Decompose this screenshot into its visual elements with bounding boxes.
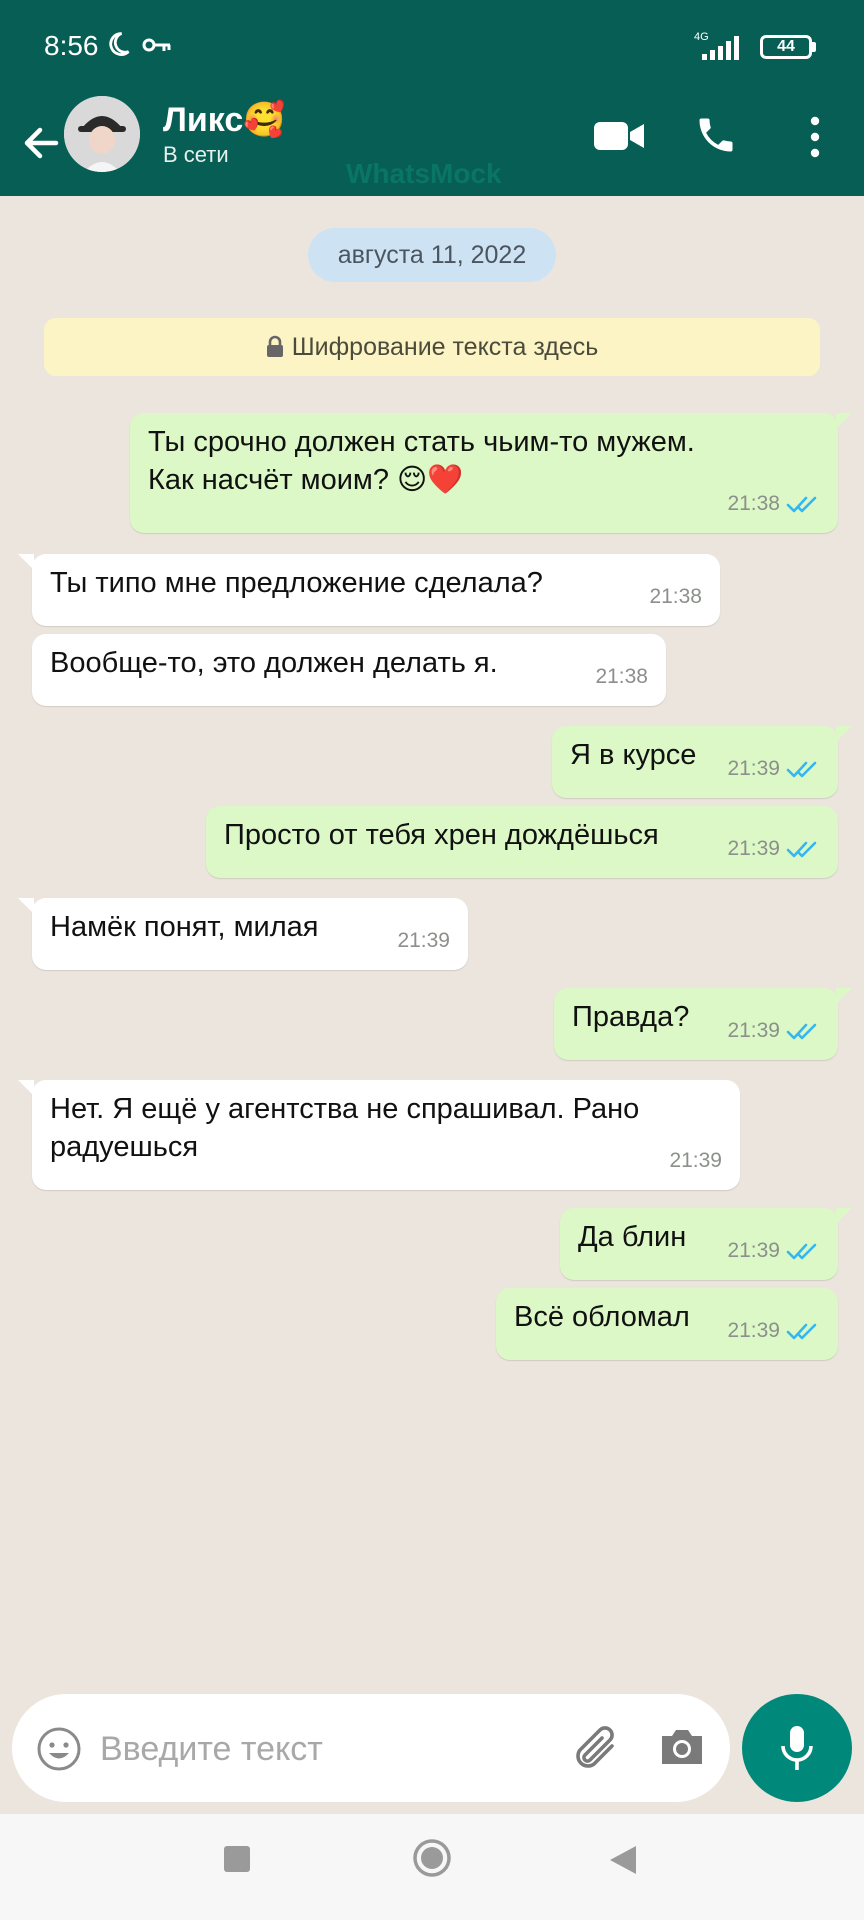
mic-button[interactable] — [742, 1694, 852, 1802]
chat-area[interactable]: августа 11, 2022 Шифрование текста здесь… — [0, 196, 864, 1812]
bubble-tail — [836, 988, 852, 1004]
system-navigation-bar — [0, 1814, 864, 1920]
avatar-image — [64, 96, 140, 172]
message-text: Нет. Я ещё у агентства не спрашивал. Ран… — [50, 1093, 640, 1163]
video-call-icon[interactable] — [592, 116, 646, 156]
message-bubble-incoming[interactable]: Намёк понят, милая 21:39 — [18, 898, 468, 970]
message-text: Ты типо мне предложение сделала? — [50, 567, 543, 599]
message-time: 21:39 — [727, 837, 780, 860]
status-time: 8:56 — [44, 30, 99, 61]
message-meta: 21:39 — [669, 1142, 722, 1180]
double-check-icon — [786, 496, 817, 513]
bubble-tail — [836, 726, 852, 742]
message-bubble-incoming[interactable]: Ты типо мне предложение сделала? 21:38 — [18, 554, 720, 626]
message-text: Вообще-то, это должен делать я. — [50, 647, 498, 679]
message-meta: 21:38 — [595, 658, 648, 696]
double-check-icon — [786, 1023, 817, 1040]
message-time: 21:39 — [727, 1239, 780, 1262]
double-check-icon — [786, 1323, 817, 1340]
contact-status: В сети — [163, 142, 229, 167]
message-meta: 21:38 — [727, 485, 820, 523]
message-bubble-outgoing[interactable]: Просто от тебя хрен дождёшься 21:39 — [206, 806, 838, 878]
paperclip-icon[interactable] — [572, 1722, 620, 1774]
message-bubble-incoming[interactable]: Нет. Я ещё у агентства не спрашивал. Ран… — [18, 1080, 740, 1190]
home-button[interactable] — [412, 1838, 452, 1878]
phone-icon[interactable] — [694, 112, 738, 158]
contact-name[interactable]: Ликс🥰 — [163, 100, 286, 140]
watermark: WhatsMock — [346, 158, 502, 189]
date-chip: августа 11, 2022 — [308, 228, 556, 282]
message-time: 21:39 — [727, 757, 780, 780]
message-time: 21:38 — [595, 665, 648, 688]
bubble-tail — [836, 1208, 852, 1224]
message-composer — [12, 1694, 730, 1802]
message-time: 21:39 — [727, 1019, 780, 1042]
message-bubble-outgoing[interactable]: Всё обломал 21:39 — [496, 1288, 838, 1360]
message-meta: 21:38 — [649, 578, 702, 616]
message-bubble-incoming[interactable]: Вообще-то, это должен делать я. 21:38 — [32, 634, 666, 706]
message-bubble-outgoing[interactable]: Правда? 21:39 — [554, 988, 852, 1060]
message-text: Ты срочно должен стать чьим-то мужем. Как… — [148, 426, 695, 496]
message-bubble-outgoing[interactable]: Я в курсе 21:39 — [552, 726, 852, 798]
message-time: 21:38 — [649, 585, 702, 608]
message-bubble-outgoing[interactable]: Да блин 21:39 — [560, 1208, 852, 1280]
camera-icon[interactable] — [658, 1724, 706, 1768]
status-bar: 8:56 4G 44 — [0, 0, 864, 96]
battery-icon: 44 — [760, 35, 812, 59]
bubble-tail — [836, 413, 852, 429]
contact-avatar[interactable] — [64, 96, 140, 172]
message-time: 21:39 — [669, 1149, 722, 1172]
message-input[interactable] — [98, 1720, 552, 1778]
battery-level: 44 — [777, 38, 795, 55]
more-vert-icon[interactable] — [800, 114, 830, 160]
vpn-key-icon — [142, 38, 171, 52]
message-meta: 21:39 — [397, 922, 450, 960]
message-bubble-outgoing[interactable]: Ты срочно должен стать чьим-то мужем. Как… — [130, 413, 852, 533]
message-time: 21:39 — [397, 929, 450, 952]
message-meta: 21:39 — [727, 1232, 820, 1270]
double-check-icon — [786, 1243, 817, 1260]
emoji-icon[interactable] — [36, 1726, 82, 1772]
do-not-disturb-moon-icon — [109, 32, 130, 56]
message-meta: 21:39 — [727, 830, 820, 868]
message-meta: 21:39 — [727, 1012, 820, 1050]
double-check-icon — [786, 761, 817, 778]
bubble-tail — [18, 1080, 34, 1096]
double-check-icon — [786, 841, 817, 858]
mic-icon — [781, 1726, 813, 1770]
lock-icon — [266, 335, 283, 357]
encryption-notice[interactable]: Шифрование текста здесь — [44, 318, 820, 376]
encryption-notice-text: Шифрование текста здесь — [291, 333, 599, 361]
back-button[interactable] — [608, 1844, 638, 1876]
message-time: 21:38 — [727, 492, 780, 515]
message-text: Намёк понят, милая — [50, 911, 319, 943]
bubble-tail — [18, 554, 34, 570]
message-meta: 21:39 — [727, 1312, 820, 1350]
back-arrow-icon[interactable] — [16, 118, 66, 168]
recents-button[interactable] — [224, 1846, 250, 1872]
chat-header: Ликс🥰 В сети WhatsMock — [0, 96, 864, 196]
signal-icon — [702, 36, 739, 60]
battery-nub — [812, 42, 816, 52]
message-meta: 21:39 — [727, 750, 820, 788]
message-time: 21:39 — [727, 1319, 780, 1342]
bubble-tail — [18, 898, 34, 914]
